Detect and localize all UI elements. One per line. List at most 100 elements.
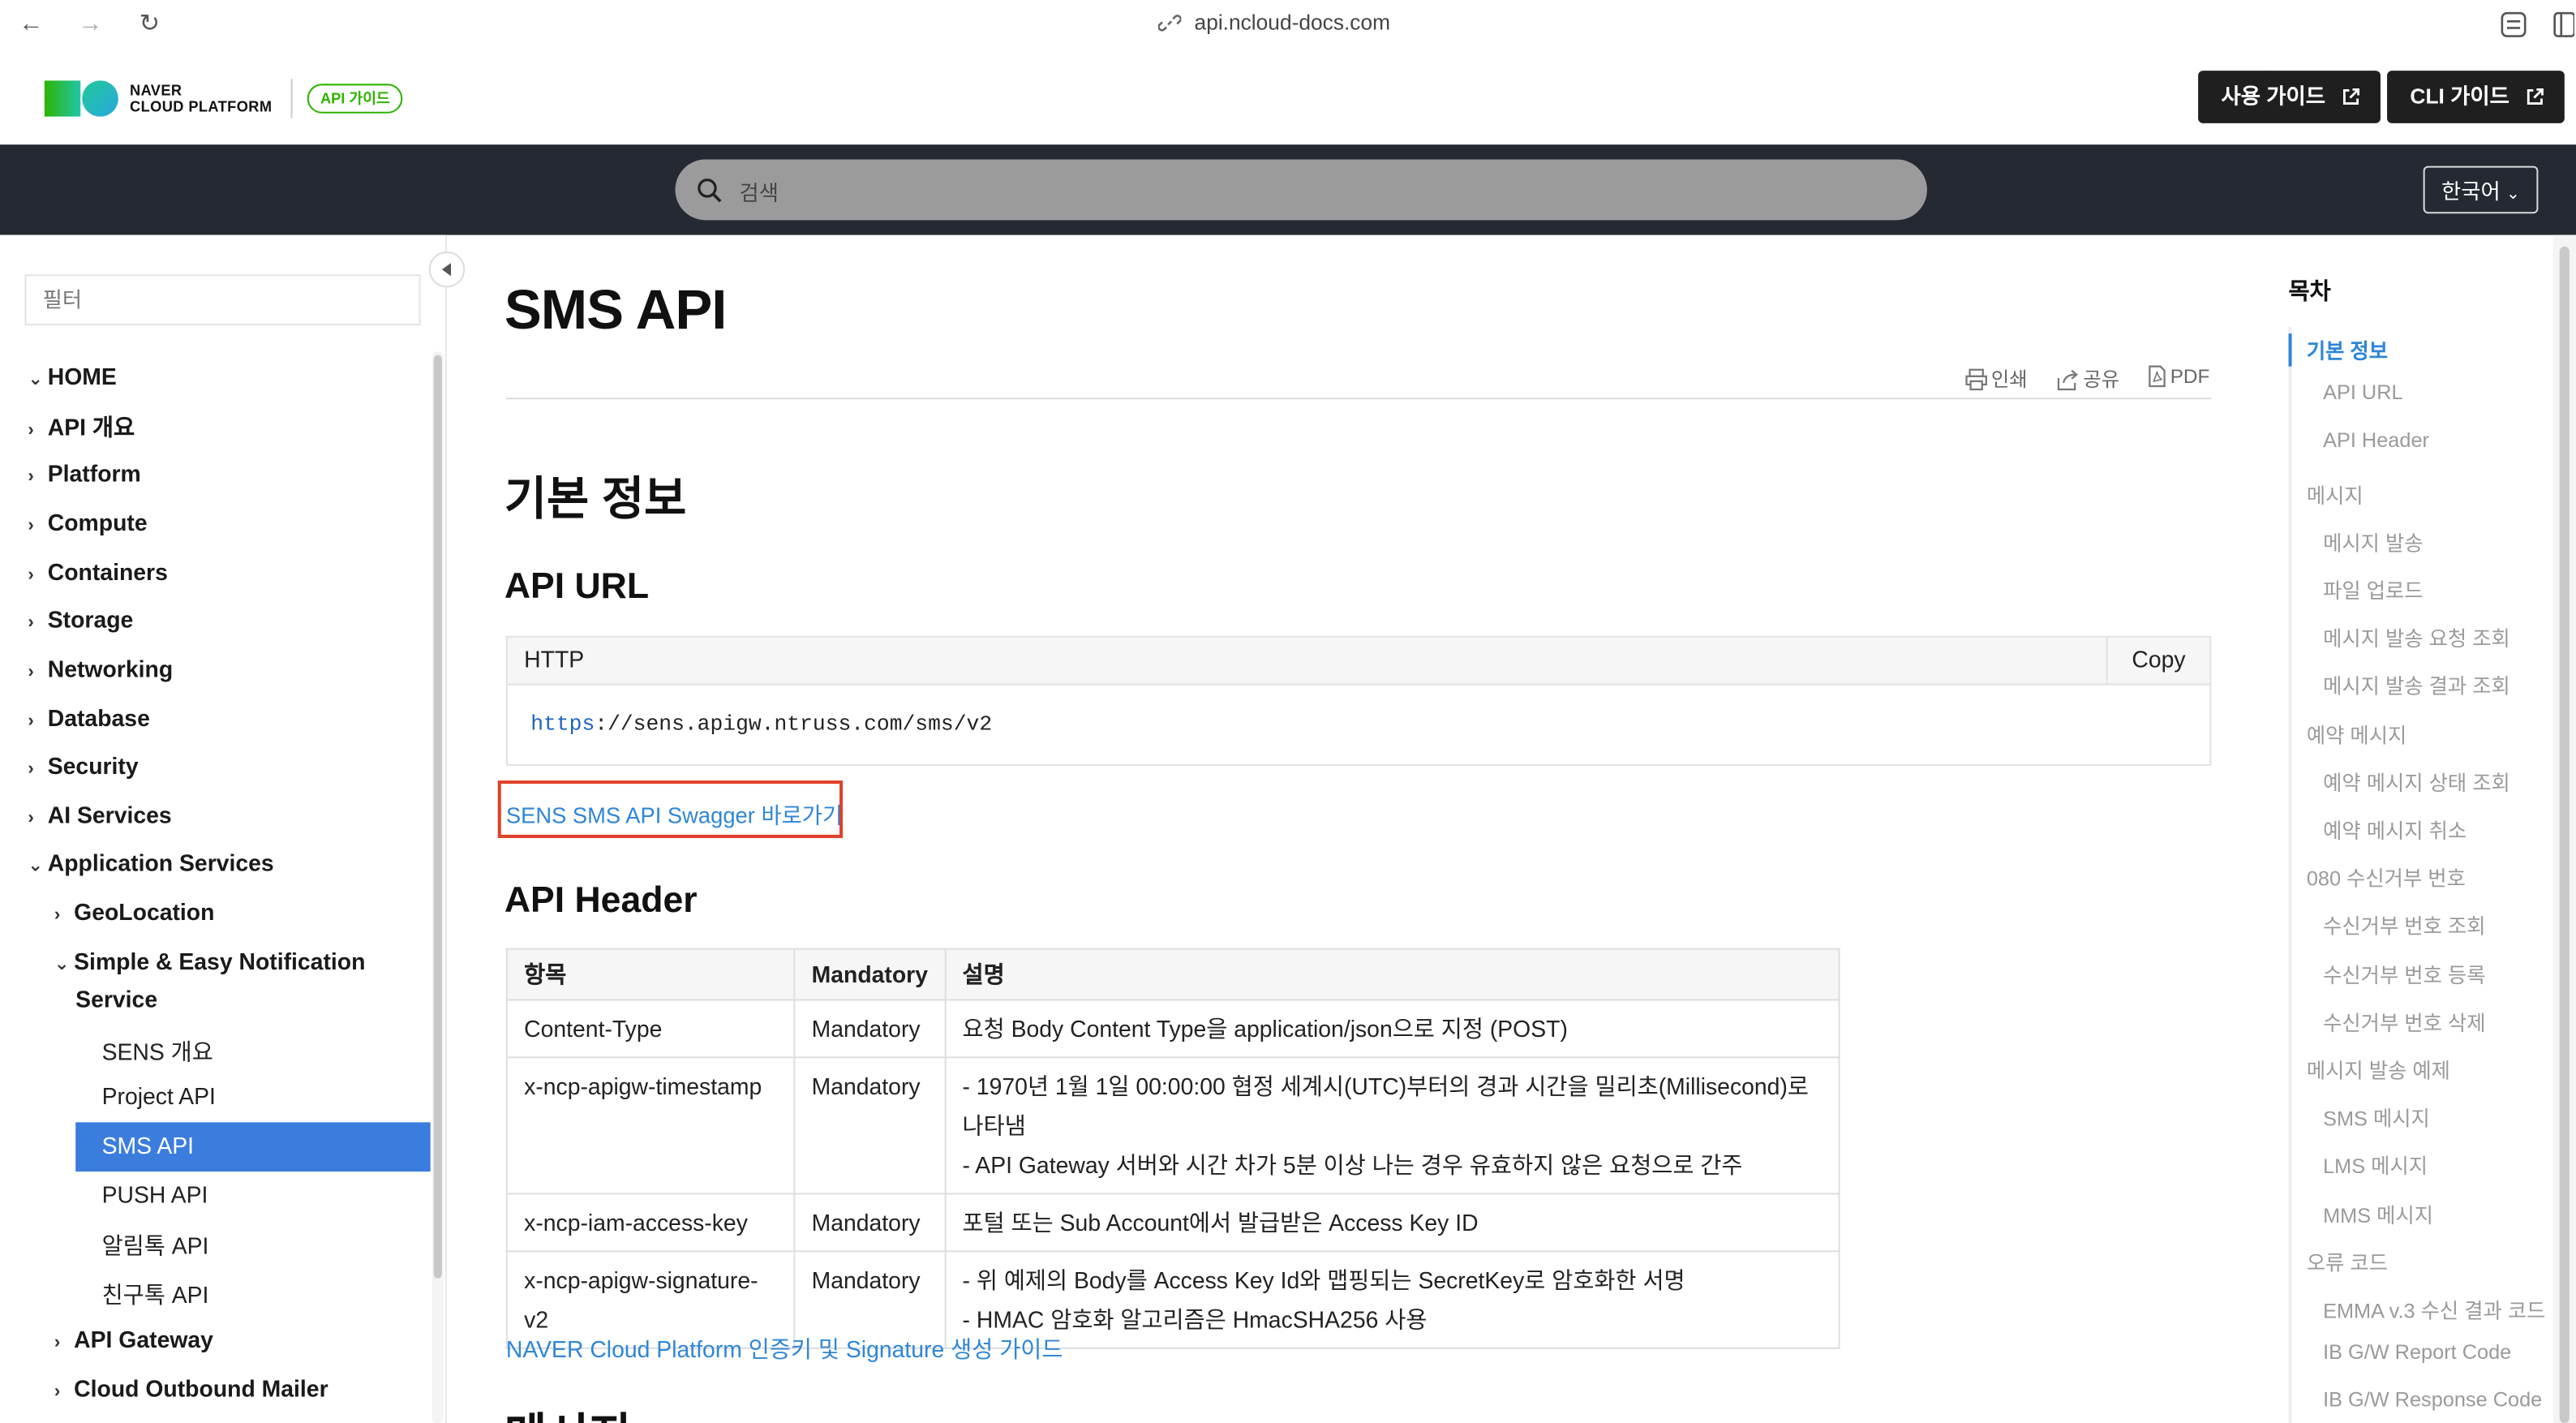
toc-item[interactable]: 수신거부 번호 삭제: [2323, 1006, 2485, 1037]
table-header-row: 항목 Mandatory 설명: [505, 948, 1840, 1001]
sidebar-item-ai-services[interactable]: › AI Services: [28, 802, 171, 828]
forward-arrow-icon[interactable]: →: [72, 6, 109, 43]
collapse-sidebar-button[interactable]: [428, 251, 466, 288]
toc-item[interactable]: API Header: [2323, 429, 2429, 452]
sidebar-item-platform[interactable]: › Platform: [28, 460, 140, 486]
page-scroll-thumb[interactable]: [2559, 246, 2570, 1423]
sidebar-item-database[interactable]: › Database: [28, 705, 149, 731]
cli-guide-button[interactable]: CLI 가이드: [2387, 71, 2565, 123]
printer-icon: [1965, 368, 1987, 391]
column-header: 항목: [505, 948, 796, 1001]
sidebar-item-label: Compute: [47, 509, 148, 536]
toc-item[interactable]: 수신거부 번호 등록: [2323, 958, 2485, 989]
toc-item[interactable]: SMS 메시지: [2323, 1101, 2430, 1132]
sidebar-item-sens[interactable]: ⌄ Simple & Easy Notification: [54, 948, 366, 974]
back-arrow-icon[interactable]: ←: [13, 6, 49, 43]
sidebar-item-label: Platform: [47, 460, 141, 487]
toc-item[interactable]: MMS 메시지: [2323, 1198, 2433, 1229]
sidebar-item-label: Containers: [47, 558, 168, 586]
chevron-down-icon: ⌄: [28, 856, 44, 876]
reload-icon[interactable]: ↻: [131, 6, 168, 43]
sidebar-item-label: HOME: [47, 363, 117, 390]
extension-icon[interactable]: [2499, 10, 2528, 39]
toc-item[interactable]: 메시지 발송 요청 조회: [2323, 621, 2510, 652]
sidebar-item-label: Cloud Outbound Mailer: [74, 1375, 328, 1402]
sidebar-item-label: API 개요: [47, 414, 135, 441]
external-link-icon: [2343, 88, 2360, 105]
section-heading-message: 메시지: [504, 1400, 632, 1423]
toc-item[interactable]: 메시지 발송 예제: [2307, 1053, 2450, 1084]
sidebar-item-home[interactable]: ⌄ HOME: [28, 363, 116, 389]
toc-item[interactable]: LMS 메시지: [2323, 1149, 2428, 1180]
sidebar-item-sens-overview[interactable]: SENS 개요: [102, 1035, 213, 1068]
naver-cloud-logo-icon[interactable]: [44, 80, 120, 117]
code-url-scheme: https: [530, 711, 595, 737]
sidebar-item-containers[interactable]: › Containers: [28, 559, 167, 585]
user-guide-label: 사용 가이드: [2221, 84, 2325, 109]
chevron-right-icon: ›: [28, 613, 34, 633]
api-guide-badge[interactable]: API 가이드: [307, 84, 403, 114]
column-header: 설명: [944, 948, 1840, 1001]
toc-item[interactable]: EMMA v.3 수신 결과 코드: [2323, 1293, 2545, 1324]
search-input[interactable]: [736, 170, 1893, 214]
sidebar-item-label: Networking: [47, 656, 174, 682]
share-button[interactable]: 공유: [2055, 365, 2119, 393]
toc-item[interactable]: 오류 코드: [2307, 1245, 2388, 1276]
sidebar-item-security[interactable]: › Security: [28, 753, 138, 779]
sidebar-item-alimtalk-api[interactable]: 알림톡 API: [102, 1229, 209, 1262]
chevron-right-icon: ›: [28, 565, 34, 586]
sidebar-item-label: Database: [47, 704, 150, 732]
table-cell-desc: - 위 예제의 Body를 Access Key Id와 맵핑되는 Secret…: [944, 1250, 1840, 1349]
toc-item[interactable]: 파일 업로드: [2323, 574, 2424, 604]
filter-input[interactable]: [24, 274, 421, 326]
code-line[interactable]: https://sens.apigw.ntruss.com/sms/v2: [530, 712, 992, 736]
share-icon: [2057, 369, 2078, 391]
sidebar-item-networking[interactable]: › Networking: [28, 656, 173, 681]
toc-item[interactable]: 기본 정보: [2307, 333, 2388, 364]
sidebar-item-cloud-outbound-mailer[interactable]: › Cloud Outbound Mailer: [54, 1375, 328, 1401]
toc-item[interactable]: 메시지 발송: [2323, 526, 2424, 557]
code-language-label: HTTP: [524, 645, 585, 673]
sidebar-item-label: Simple & Easy Notification: [74, 948, 366, 975]
toc-item[interactable]: IB G/W Response Code: [2323, 1388, 2542, 1411]
sidebar-item-compute[interactable]: › Compute: [28, 509, 147, 535]
pdf-label: PDF: [2170, 364, 2210, 388]
user-guide-button[interactable]: 사용 가이드: [2198, 71, 2381, 123]
toc-item[interactable]: IB G/W Report Code: [2323, 1341, 2511, 1364]
sidebar-scroll-thumb[interactable]: [433, 355, 442, 1279]
signature-guide-link[interactable]: NAVER Cloud Platform 인증키 및 Signature 생성 …: [506, 1333, 1063, 1366]
print-button[interactable]: 인쇄: [1965, 365, 2028, 393]
toc-item[interactable]: 예약 메시지: [2307, 718, 2407, 749]
sidebar-item-geolocation[interactable]: › GeoLocation: [54, 899, 215, 925]
table-row: Content-Type Mandatory 요청 Body Content T…: [505, 999, 1840, 1059]
search-icon: [698, 178, 722, 203]
copy-button[interactable]: Copy: [2106, 637, 2210, 684]
sidebar-item-api-overview[interactable]: › API 개요: [28, 411, 135, 444]
chevron-down-icon: ⌄: [28, 369, 44, 390]
sidebar-item-project-api[interactable]: Project API: [102, 1083, 216, 1109]
sidebar-item-storage[interactable]: › Storage: [28, 606, 133, 632]
toc-item[interactable]: 수신거부 번호 조회: [2323, 909, 2485, 939]
toc-item[interactable]: 메시지: [2307, 478, 2363, 509]
toc-item[interactable]: 080 수신거부 번호: [2307, 861, 2466, 892]
sidebar-item-push-api[interactable]: PUSH API: [102, 1181, 208, 1207]
language-select[interactable]: 한국어 ⌄: [2423, 166, 2539, 214]
pdf-button[interactable]: PDF: [2147, 365, 2209, 388]
chevron-right-icon: ›: [28, 662, 34, 682]
address-bar[interactable]: api.ncloud-docs.com: [1195, 10, 1391, 34]
sidebar-item-label-continued[interactable]: Service: [75, 986, 157, 1012]
toc-item[interactable]: 예약 메시지 상태 조회: [2323, 766, 2510, 797]
sidebar-toggle-icon[interactable]: [2552, 10, 2574, 39]
desc-line: - API Gateway 서버와 시간 차가 5분 이상 나는 경우 유효하지…: [962, 1151, 1743, 1179]
toc-item[interactable]: API URL: [2323, 381, 2403, 404]
print-label: 인쇄: [1990, 368, 2028, 392]
sidebar-item-label: Application Services: [47, 849, 274, 876]
desc-line: 포털 또는 Sub Account에서 발급받은 Access Key ID: [962, 1209, 1479, 1236]
toc-item[interactable]: 예약 메시지 취소: [2323, 814, 2467, 845]
sidebar-item-friendtalk-api[interactable]: 친구톡 API: [102, 1279, 209, 1312]
sidebar-item-application-services[interactable]: ⌄ Application Services: [28, 849, 273, 875]
pdf-file-icon: [2149, 365, 2166, 388]
toc-item[interactable]: 메시지 발송 결과 조회: [2323, 669, 2510, 699]
sidebar-item-api-gateway[interactable]: › API Gateway: [54, 1326, 213, 1352]
sidebar-item-sms-api[interactable]: SMS API: [102, 1133, 194, 1159]
